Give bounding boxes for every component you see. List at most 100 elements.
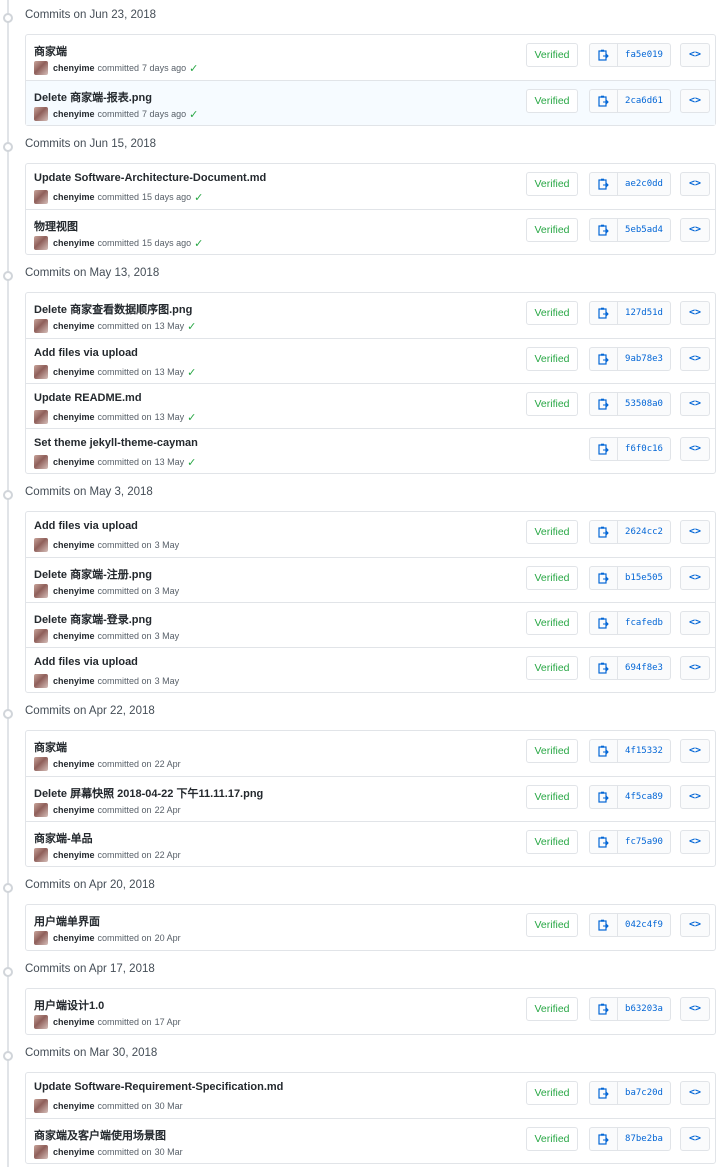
commit-sha-link[interactable]: ba7c20d (617, 1081, 671, 1105)
copy-sha-button[interactable] (589, 172, 617, 196)
copy-sha-button[interactable] (589, 89, 617, 113)
check-icon[interactable]: ✓ (194, 191, 203, 204)
browse-repo-button[interactable]: <> (680, 1081, 710, 1105)
verified-badge[interactable]: Verified (526, 739, 578, 763)
commit-message-link[interactable]: Delete 商家端-登录.png (34, 611, 152, 627)
verified-badge[interactable]: Verified (526, 611, 578, 635)
browse-repo-button[interactable]: <> (680, 830, 710, 854)
commit-author-link[interactable]: chenyime (53, 412, 95, 422)
copy-sha-button[interactable] (589, 520, 617, 544)
browse-repo-button[interactable]: <> (680, 301, 710, 325)
verified-badge[interactable]: Verified (526, 1127, 578, 1151)
avatar[interactable] (34, 365, 48, 379)
browse-repo-button[interactable]: <> (680, 89, 710, 113)
commit-sha-link[interactable]: 53508a0 (617, 392, 671, 416)
avatar[interactable] (34, 236, 48, 250)
commit-sha-link[interactable]: 4f15332 (617, 739, 671, 763)
avatar[interactable] (34, 1099, 48, 1113)
avatar[interactable] (34, 1015, 48, 1029)
commit-author-link[interactable]: chenyime (53, 933, 95, 943)
verified-badge[interactable]: Verified (526, 301, 578, 325)
verified-badge[interactable]: Verified (526, 520, 578, 544)
copy-sha-button[interactable] (589, 392, 617, 416)
browse-repo-button[interactable]: <> (680, 785, 710, 809)
commit-sha-link[interactable]: ae2c0dd (617, 172, 671, 196)
avatar[interactable] (34, 410, 48, 424)
browse-repo-button[interactable]: <> (680, 437, 710, 461)
copy-sha-button[interactable] (589, 347, 617, 371)
browse-repo-button[interactable]: <> (680, 347, 710, 371)
browse-repo-button[interactable]: <> (680, 656, 710, 680)
commit-sha-link[interactable]: 2ca6d61 (617, 89, 671, 113)
browse-repo-button[interactable]: <> (680, 218, 710, 242)
commit-author-link[interactable]: chenyime (53, 1017, 95, 1027)
copy-sha-button[interactable] (589, 301, 617, 325)
commit-message-link[interactable]: Update Software-Requirement-Specificatio… (34, 1081, 283, 1093)
copy-sha-button[interactable] (589, 437, 617, 461)
commit-author-link[interactable]: chenyime (53, 63, 95, 73)
browse-repo-button[interactable]: <> (680, 913, 710, 937)
avatar[interactable] (34, 629, 48, 643)
commit-author-link[interactable]: chenyime (53, 631, 95, 641)
commit-sha-link[interactable]: fcafedb (617, 611, 671, 635)
copy-sha-button[interactable] (589, 566, 617, 590)
verified-badge[interactable]: Verified (526, 997, 578, 1021)
avatar[interactable] (34, 455, 48, 469)
avatar[interactable] (34, 190, 48, 204)
verified-badge[interactable]: Verified (526, 172, 578, 196)
verified-badge[interactable]: Verified (526, 830, 578, 854)
commit-author-link[interactable]: chenyime (53, 1147, 95, 1157)
commit-sha-link[interactable]: 127d51d (617, 301, 671, 325)
browse-repo-button[interactable]: <> (680, 739, 710, 763)
avatar[interactable] (34, 584, 48, 598)
copy-sha-button[interactable] (589, 997, 617, 1021)
verified-badge[interactable]: Verified (526, 43, 578, 67)
avatar[interactable] (34, 931, 48, 945)
commit-author-link[interactable]: chenyime (53, 540, 95, 550)
commit-author-link[interactable]: chenyime (53, 367, 95, 377)
commit-message-link[interactable]: 用户端设计1.0 (34, 997, 104, 1013)
avatar[interactable] (34, 319, 48, 333)
commit-sha-link[interactable]: f6f0c16 (617, 437, 671, 461)
verified-badge[interactable]: Verified (526, 89, 578, 113)
commit-message-link[interactable]: 物理视图 (34, 218, 78, 234)
commit-message-link[interactable]: 商家端及客户端使用场景图 (34, 1127, 166, 1143)
copy-sha-button[interactable] (589, 1081, 617, 1105)
verified-badge[interactable]: Verified (526, 347, 578, 371)
check-icon[interactable]: ✓ (189, 62, 198, 75)
browse-repo-button[interactable]: <> (680, 1127, 710, 1151)
check-icon[interactable]: ✓ (187, 366, 196, 379)
commit-author-link[interactable]: chenyime (53, 1101, 95, 1111)
commit-message-link[interactable]: Delete 商家查看数据顺序图.png (34, 301, 192, 317)
commit-message-link[interactable]: 商家端-单品 (34, 830, 93, 846)
commit-author-link[interactable]: chenyime (53, 759, 95, 769)
avatar[interactable] (34, 538, 48, 552)
avatar[interactable] (34, 674, 48, 688)
commit-sha-link[interactable]: 2624cc2 (617, 520, 671, 544)
commit-message-link[interactable]: Set theme jekyll-theme-cayman (34, 437, 198, 449)
commit-sha-link[interactable]: 042c4f9 (617, 913, 671, 937)
check-icon[interactable]: ✓ (189, 108, 198, 121)
verified-badge[interactable]: Verified (526, 913, 578, 937)
verified-badge[interactable]: Verified (526, 1081, 578, 1105)
verified-badge[interactable]: Verified (526, 785, 578, 809)
copy-sha-button[interactable] (589, 785, 617, 809)
copy-sha-button[interactable] (589, 43, 617, 67)
commit-author-link[interactable]: chenyime (53, 805, 95, 815)
copy-sha-button[interactable] (589, 218, 617, 242)
commit-message-link[interactable]: 商家端 (34, 43, 67, 59)
copy-sha-button[interactable] (589, 913, 617, 937)
commit-message-link[interactable]: Update README.md (34, 392, 142, 404)
avatar[interactable] (34, 61, 48, 75)
commit-message-link[interactable]: Delete 商家端-报表.png (34, 89, 152, 105)
commit-sha-link[interactable]: 694f8e3 (617, 656, 671, 680)
copy-sha-button[interactable] (589, 830, 617, 854)
verified-badge[interactable]: Verified (526, 392, 578, 416)
commit-message-link[interactable]: Add files via upload (34, 656, 138, 668)
commit-message-link[interactable]: 用户端单界面 (34, 913, 100, 929)
check-icon[interactable]: ✓ (187, 456, 196, 469)
avatar[interactable] (34, 757, 48, 771)
commit-author-link[interactable]: chenyime (53, 192, 95, 202)
commit-sha-link[interactable]: 9ab78e3 (617, 347, 671, 371)
copy-sha-button[interactable] (589, 656, 617, 680)
